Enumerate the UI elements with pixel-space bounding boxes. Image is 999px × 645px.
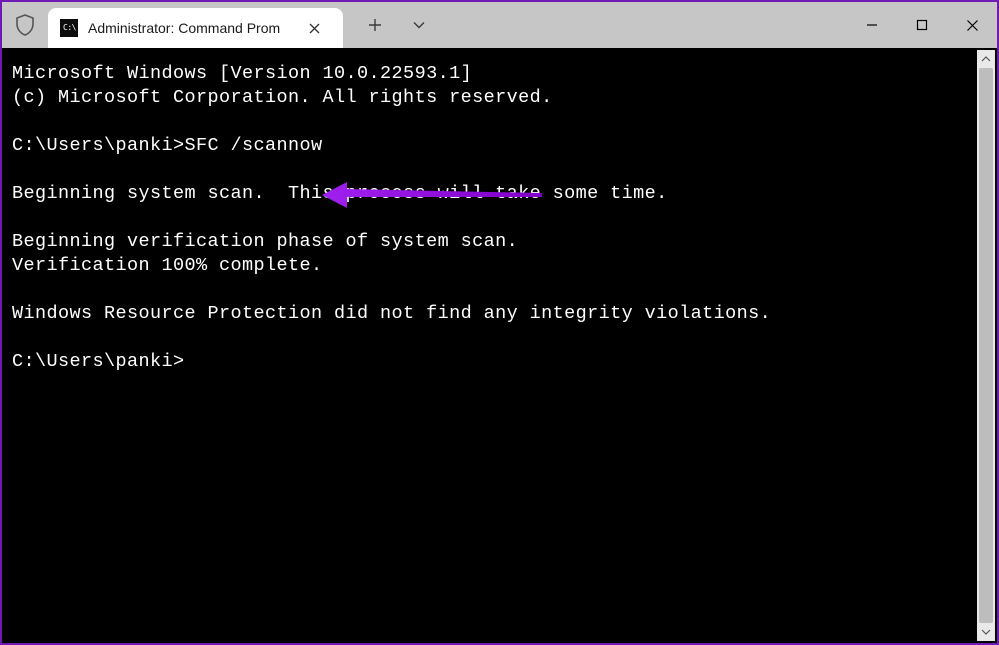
tab-close-button[interactable] bbox=[303, 17, 325, 39]
output-line: (c) Microsoft Corporation. All rights re… bbox=[12, 87, 553, 108]
output-line: Windows Resource Protection did not find… bbox=[12, 303, 771, 324]
close-button[interactable] bbox=[947, 2, 997, 48]
tab-title: Administrator: Command Prom bbox=[88, 20, 293, 36]
minimize-button[interactable] bbox=[847, 2, 897, 48]
scrollbar-thumb[interactable] bbox=[979, 68, 993, 623]
window-frame: C:\ Administrator: Command Prom bbox=[2, 2, 997, 643]
output-line: Beginning system scan. This process will… bbox=[12, 183, 668, 204]
vertical-scrollbar[interactable] bbox=[977, 50, 995, 641]
tab-actions bbox=[343, 2, 429, 48]
titlebar[interactable]: C:\ Administrator: Command Prom bbox=[2, 2, 997, 48]
new-tab-button[interactable] bbox=[365, 15, 385, 35]
window-controls bbox=[847, 2, 997, 48]
prompt-text: C:\Users\panki> bbox=[12, 135, 185, 156]
scroll-down-button[interactable] bbox=[977, 623, 995, 641]
scrollbar-track[interactable] bbox=[977, 68, 995, 623]
tab-command-prompt[interactable]: C:\ Administrator: Command Prom bbox=[48, 8, 343, 48]
tab-dropdown-button[interactable] bbox=[409, 15, 429, 35]
output-line: Microsoft Windows [Version 10.0.22593.1] bbox=[12, 63, 472, 84]
cmd-icon: C:\ bbox=[60, 19, 78, 37]
prompt-text: C:\Users\panki> bbox=[12, 351, 185, 372]
maximize-button[interactable] bbox=[897, 2, 947, 48]
output-line: Verification 100% complete. bbox=[12, 255, 323, 276]
privacy-shield-icon[interactable] bbox=[2, 2, 48, 48]
terminal-output[interactable]: Microsoft Windows [Version 10.0.22593.1]… bbox=[2, 48, 997, 643]
titlebar-drag-region[interactable] bbox=[429, 2, 847, 48]
scroll-up-button[interactable] bbox=[977, 50, 995, 68]
command-text: SFC /scannow bbox=[185, 135, 323, 156]
output-line: Beginning verification phase of system s… bbox=[12, 231, 518, 252]
